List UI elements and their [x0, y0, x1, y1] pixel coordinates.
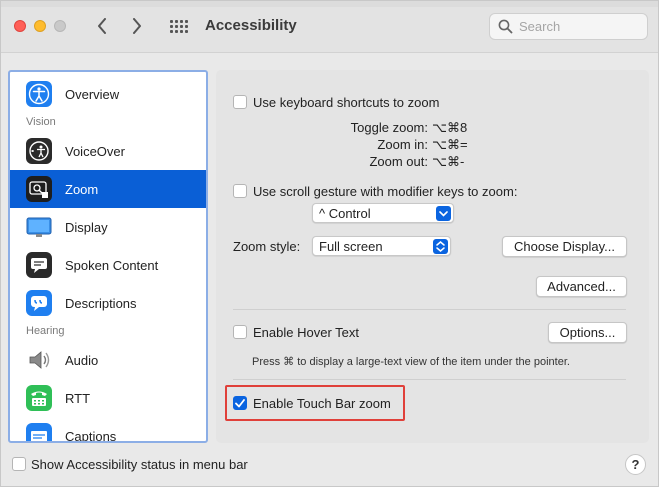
sidebar-item-zoom[interactable]: Zoom	[10, 170, 206, 208]
speaker-icon	[29, 351, 50, 369]
divider	[233, 379, 626, 380]
display-icon	[26, 217, 52, 237]
top-strip	[1, 1, 658, 7]
captions-icon	[26, 423, 52, 441]
chevron-down-icon	[436, 206, 451, 221]
zoom-style-value: Full screen	[319, 239, 383, 254]
checkmark-icon	[235, 398, 245, 407]
help-button[interactable]: ?	[625, 454, 646, 475]
hover-text-label: Enable Hover Text	[253, 325, 359, 340]
window-title: Accessibility	[205, 17, 297, 34]
sidebar-item-voiceover[interactable]: VoiceOver	[10, 132, 206, 170]
up-down-chevron-icon	[433, 239, 448, 254]
preferences-window: Accessibility Overview Vision	[0, 0, 659, 487]
grid-dot-icon	[185, 19, 188, 23]
chevron-right-icon	[133, 18, 141, 34]
sidebar-item-spoken-content[interactable]: Spoken Content	[10, 246, 206, 284]
zoom-in-label: Zoom in:	[377, 137, 428, 152]
section-heading-vision: Vision	[26, 116, 56, 128]
zoom-window-button[interactable]	[54, 20, 66, 32]
choose-display-button[interactable]: Choose Display...	[502, 236, 627, 257]
sidebar-item-audio[interactable]: Audio	[10, 341, 206, 379]
toggle-zoom-label: Toggle zoom:	[350, 120, 428, 135]
sidebar-item-label: Zoom	[65, 181, 99, 197]
sidebar-item-label: Display	[65, 219, 108, 235]
keyboard-shortcuts-checkbox[interactable]	[233, 95, 247, 109]
show-status-checkbox[interactable]	[12, 457, 26, 471]
show-all-grid-button[interactable]	[168, 17, 190, 35]
hover-text-options-button[interactable]: Options...	[548, 322, 627, 343]
minimize-button[interactable]	[34, 20, 46, 32]
divider	[233, 309, 626, 310]
search-input[interactable]	[519, 19, 639, 34]
sidebar-list[interactable]: Overview Vision VoiceOver Zoom Display S…	[8, 70, 208, 443]
grid-dot-icon	[180, 24, 183, 28]
zoom-out-label: Zoom out:	[369, 154, 428, 169]
toggle-zoom-keys: ⌥⌘8	[432, 120, 468, 135]
title-bar: Accessibility	[1, 1, 658, 53]
grid-dot-icon	[170, 19, 173, 23]
zoom-style-popup[interactable]: Full screen	[312, 236, 451, 256]
scroll-gesture-label: Use scroll gesture with modifier keys to…	[253, 184, 518, 199]
zoom-out-keys: ⌥⌘-	[432, 154, 465, 169]
sidebar-item-label: Spoken Content	[65, 257, 159, 273]
chevron-left-icon	[98, 18, 106, 34]
spoken-content-icon	[26, 252, 52, 278]
sidebar-item-label: Descriptions	[65, 295, 137, 311]
hover-text-checkbox[interactable]	[233, 325, 247, 339]
sidebar-item-label: RTT	[65, 390, 91, 406]
zoom-icon	[26, 176, 52, 202]
grid-dot-icon	[180, 19, 183, 23]
modifier-key-popup[interactable]: ^ Control	[312, 203, 454, 223]
sidebar-item-display[interactable]: Display	[10, 208, 206, 246]
voiceover-icon	[26, 138, 52, 164]
grid-dot-icon	[175, 29, 178, 33]
descriptions-icon	[26, 290, 52, 316]
grid-dot-icon	[175, 24, 178, 28]
search-icon	[498, 19, 513, 34]
modifier-key-value: ^ Control	[319, 206, 371, 221]
accessibility-overview-icon	[26, 81, 52, 107]
grid-dot-icon	[185, 29, 188, 33]
sidebar-item-rtt[interactable]: RTT	[10, 379, 206, 417]
sidebar-item-overview[interactable]: Overview	[10, 75, 206, 113]
search-field[interactable]	[489, 13, 648, 40]
touch-bar-zoom-label: Enable Touch Bar zoom	[253, 396, 391, 411]
zoom-style-label: Zoom style:	[233, 239, 301, 254]
sidebar-item-captions[interactable]: Captions	[10, 417, 206, 443]
grid-dot-icon	[175, 19, 178, 23]
show-status-label: Show Accessibility status in menu bar	[31, 457, 248, 472]
rtt-icon	[26, 385, 52, 411]
section-heading-hearing: Hearing	[26, 325, 65, 337]
sidebar-item-label: VoiceOver	[65, 143, 125, 159]
grid-dot-icon	[170, 29, 173, 33]
advanced-button[interactable]: Advanced...	[536, 276, 627, 297]
grid-dot-icon	[170, 24, 173, 28]
sidebar-item-label: Audio	[65, 352, 99, 368]
sidebar-item-label: Overview	[65, 86, 120, 102]
grid-dot-icon	[185, 24, 188, 28]
zoom-in-keys: ⌥⌘=	[432, 137, 468, 152]
sidebar-item-descriptions[interactable]: Descriptions	[10, 284, 206, 322]
grid-dot-icon	[180, 29, 183, 33]
back-button[interactable]	[91, 15, 113, 37]
forward-button[interactable]	[126, 15, 148, 37]
hover-text-hint: Press ⌘ to display a large-text view of …	[252, 356, 570, 368]
close-button[interactable]	[14, 20, 26, 32]
keyboard-shortcuts-label: Use keyboard shortcuts to zoom	[253, 95, 440, 110]
scroll-gesture-checkbox[interactable]	[233, 184, 247, 198]
touch-bar-zoom-checkbox[interactable]	[233, 396, 247, 410]
sidebar-item-label: Captions	[65, 428, 117, 443]
